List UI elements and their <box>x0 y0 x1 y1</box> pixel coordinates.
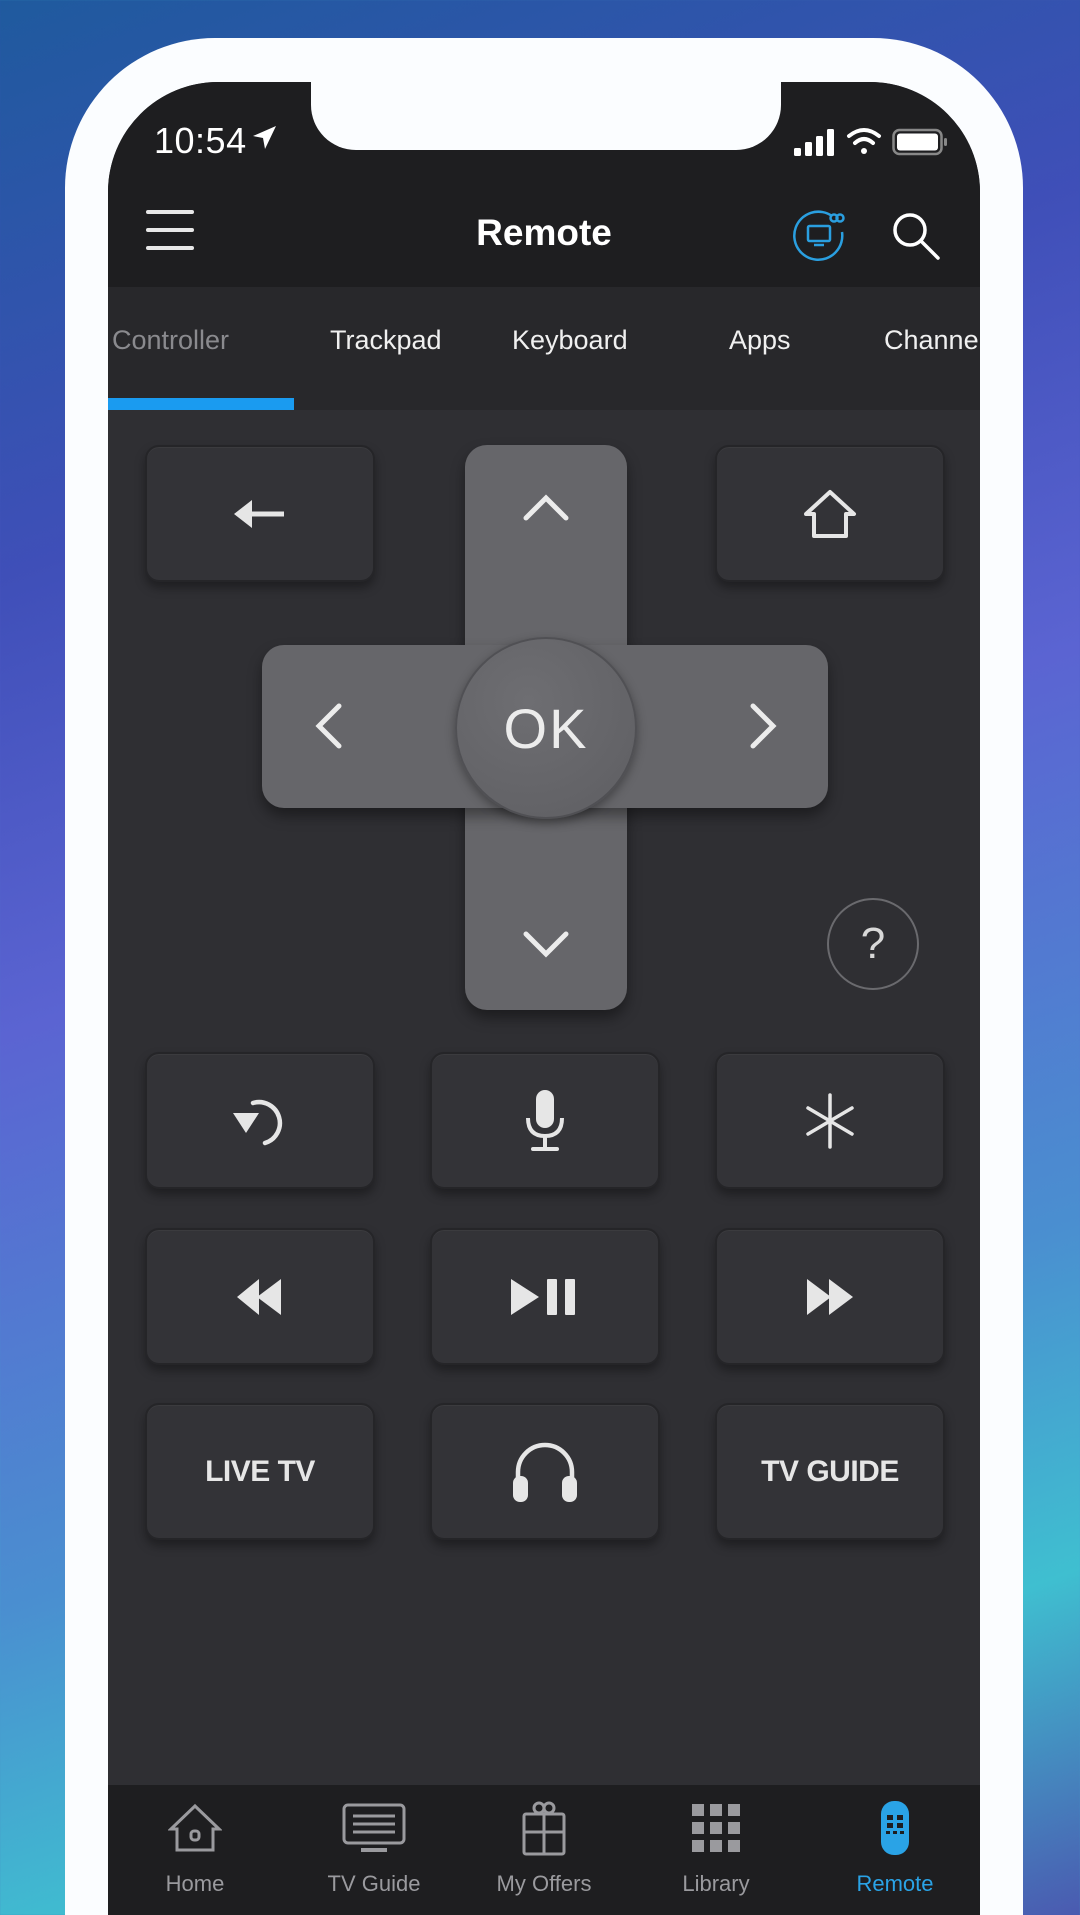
battery-icon <box>892 128 947 156</box>
private-listening-button[interactable] <box>430 1403 660 1540</box>
instant-replay-button[interactable] <box>145 1052 375 1189</box>
signal-icon <box>794 129 834 156</box>
active-tab-indicator <box>108 398 294 410</box>
nav-tv-guide-label: TV Guide <box>327 1871 421 1896</box>
dpad-right-button[interactable] <box>724 686 804 766</box>
nav-home[interactable]: Home <box>120 1797 270 1907</box>
wifi-icon <box>847 128 881 154</box>
rewind-icon <box>237 1278 281 1315</box>
tv-guide-icon <box>342 1803 406 1852</box>
voice-search-button[interactable] <box>430 1052 660 1189</box>
tab-channels[interactable]: Channe <box>884 325 979 356</box>
tab-apps[interactable]: Apps <box>729 325 791 356</box>
gift-icon <box>522 1801 566 1856</box>
home-button[interactable] <box>715 445 945 582</box>
ok-button[interactable]: OK <box>455 637 637 819</box>
replay-icon <box>233 1099 283 1145</box>
remote-tabs: Controller Trackpad Keyboard Apps Channe <box>108 287 980 410</box>
play-pause-icon <box>511 1278 575 1315</box>
tv-connected-icon[interactable] <box>792 208 848 264</box>
live-tv-button[interactable]: LIVE TV <box>145 1403 375 1540</box>
back-button[interactable] <box>145 445 375 582</box>
tab-keyboard[interactable]: Keyboard <box>512 325 628 356</box>
nav-my-offers[interactable]: My Offers <box>469 1797 619 1907</box>
tv-guide-button[interactable]: TV GUIDE <box>715 1403 945 1540</box>
nav-library[interactable]: Library <box>641 1797 791 1907</box>
nav-tv-guide[interactable]: TV Guide <box>299 1797 449 1907</box>
help-label: ? <box>860 919 886 968</box>
nav-library-label: Library <box>682 1871 750 1896</box>
status-bar: 10:54 <box>108 112 980 162</box>
options-button[interactable] <box>715 1052 945 1189</box>
home-icon <box>168 1803 222 1852</box>
fast-forward-button[interactable] <box>715 1228 945 1365</box>
ok-label: OK <box>503 696 589 760</box>
tab-controller[interactable]: Controller <box>112 325 229 356</box>
nav-home-label: Home <box>165 1871 225 1896</box>
phone-screen: Remote 10:54 Controller Trackpad Keyboar… <box>108 82 980 1915</box>
page-title: Remote <box>476 212 612 253</box>
tv-guide-label: TV GUIDE <box>761 1454 899 1488</box>
chevron-up-icon <box>523 494 569 521</box>
nav-remote-label: Remote <box>856 1871 934 1896</box>
rewind-button[interactable] <box>145 1228 375 1365</box>
remote-icon <box>881 1801 909 1855</box>
asterisk-icon <box>806 1092 854 1149</box>
chevron-right-icon <box>750 703 777 749</box>
dpad-down-button[interactable] <box>506 905 586 985</box>
location-arrow-icon <box>253 126 276 149</box>
tab-trackpad[interactable]: Trackpad <box>330 325 442 356</box>
chevron-down-icon <box>523 931 569 958</box>
grid-icon <box>692 1804 740 1852</box>
search-icon[interactable] <box>888 208 944 264</box>
nav-remote[interactable]: Remote <box>820 1797 970 1907</box>
headphones-icon <box>513 1442 577 1502</box>
status-time: 10:54 <box>154 120 247 161</box>
dpad-left-button[interactable] <box>288 686 368 766</box>
bottom-navigation: Home TV Guide My Offers Library Remote <box>108 1785 980 1915</box>
fast-forward-icon <box>807 1278 853 1315</box>
help-button[interactable]: ? <box>827 898 919 990</box>
back-arrow-icon <box>234 499 284 528</box>
play-pause-button[interactable] <box>430 1228 660 1365</box>
nav-my-offers-label: My Offers <box>496 1871 592 1896</box>
microphone-icon <box>526 1089 564 1151</box>
home-icon <box>804 489 856 538</box>
live-tv-label: LIVE TV <box>205 1454 315 1488</box>
dpad-up-button[interactable] <box>506 467 586 547</box>
chevron-left-icon <box>315 703 342 749</box>
